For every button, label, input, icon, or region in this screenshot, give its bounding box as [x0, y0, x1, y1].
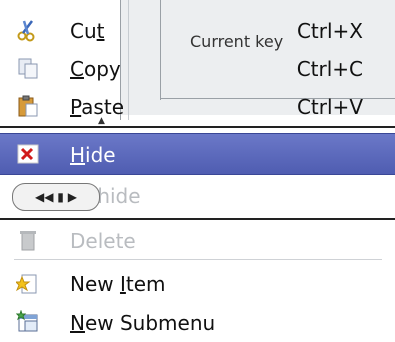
- menu-item-label: Cut: [70, 19, 105, 43]
- media-nav-widget[interactable]: ◀◀ ▮ ▶: [12, 183, 100, 211]
- hide-icon: [16, 142, 40, 166]
- menu-item-paste[interactable]: Paste Ctrl+V: [0, 86, 395, 126]
- paste-icon: [16, 94, 40, 118]
- menu-separator: [0, 126, 395, 128]
- menu-item-label: New Item: [70, 272, 166, 296]
- menu-item-copy[interactable]: Copy Ctrl+C: [0, 48, 395, 88]
- menu-item-shortcut: Ctrl+V: [296, 95, 363, 119]
- menu-item-shortcut: Ctrl+X: [296, 19, 363, 43]
- copy-icon: [16, 56, 40, 80]
- menu-item-delete[interactable]: Delete: [0, 220, 395, 260]
- media-nav-icon: ◀◀ ▮ ▶: [35, 190, 77, 204]
- new-submenu-icon: [15, 309, 40, 334]
- context-menu: Cut Ctrl+X Copy Ctrl+C Paste Ctrl+V Hide…: [0, 0, 395, 340]
- menu-separator: [14, 259, 382, 260]
- menu-item-new-submenu[interactable]: New Submenu: [0, 302, 395, 342]
- trash-icon: [16, 228, 40, 252]
- menu-item-label: Paste: [70, 95, 124, 119]
- new-item-icon: [14, 271, 40, 295]
- menu-item-label: Hide: [70, 143, 116, 167]
- menu-item-label: Copy: [70, 57, 121, 81]
- menu-item-label: New Submenu: [70, 311, 216, 335]
- menu-item-cut[interactable]: Cut Ctrl+X: [0, 10, 395, 50]
- menu-item-label: Delete: [70, 229, 136, 253]
- menu-item-hide[interactable]: Hide: [0, 133, 395, 175]
- menu-item-shortcut: Ctrl+C: [296, 57, 363, 81]
- menu-item-new-item[interactable]: New Item: [0, 263, 395, 303]
- scissors-icon: [16, 18, 40, 42]
